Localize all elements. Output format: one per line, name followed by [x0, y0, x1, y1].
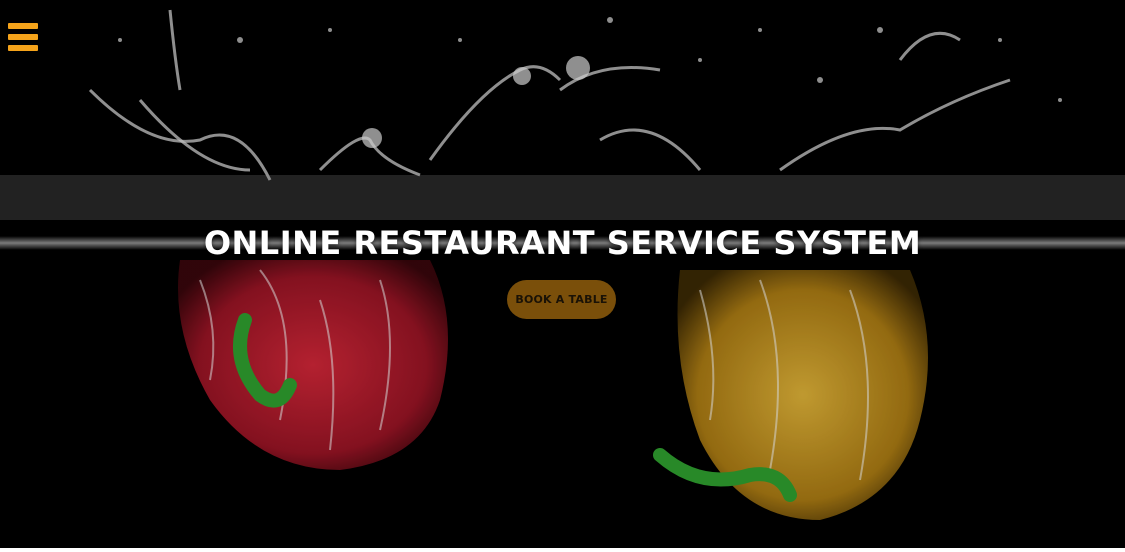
hamburger-menu-icon[interactable]	[8, 22, 38, 52]
menu-icon-bar-top	[8, 23, 38, 29]
menu-icon-bar-middle	[8, 34, 38, 40]
hero-section: ONLINE RESTAURANT SERVICE SYSTEM BOOK A …	[0, 0, 1125, 548]
page-bottom-strip	[0, 548, 1125, 552]
hero-background-image	[0, 0, 1125, 548]
book-a-table-button[interactable]: BOOK A TABLE	[507, 280, 616, 319]
menu-icon-bar-bottom	[8, 45, 38, 51]
hero-title: ONLINE RESTAURANT SERVICE SYSTEM	[203, 224, 922, 262]
